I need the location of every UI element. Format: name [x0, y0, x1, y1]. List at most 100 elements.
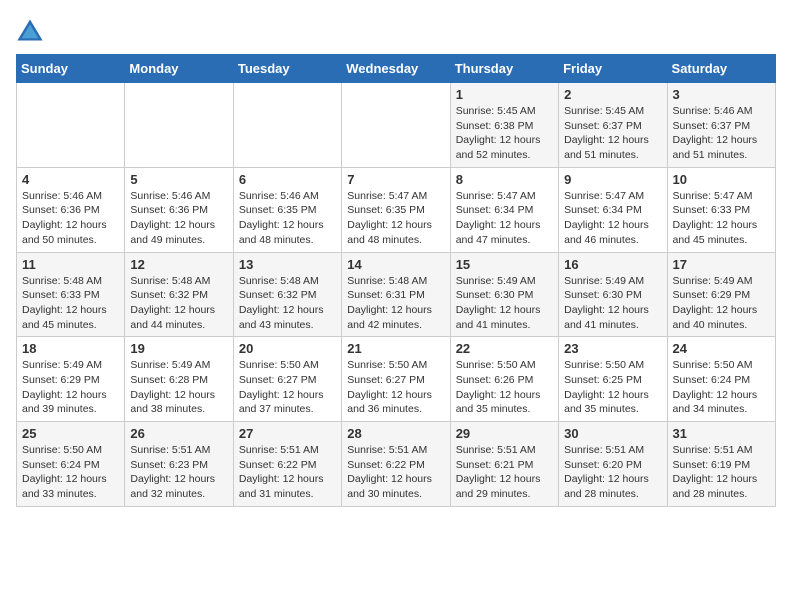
day-info: Sunrise: 5:47 AM Sunset: 6:34 PM Dayligh…: [456, 189, 553, 248]
calendar-cell: [233, 83, 341, 168]
day-info: Sunrise: 5:50 AM Sunset: 6:24 PM Dayligh…: [673, 358, 770, 417]
day-info: Sunrise: 5:47 AM Sunset: 6:33 PM Dayligh…: [673, 189, 770, 248]
day-number: 27: [239, 426, 336, 441]
day-info: Sunrise: 5:49 AM Sunset: 6:29 PM Dayligh…: [673, 274, 770, 333]
day-info: Sunrise: 5:45 AM Sunset: 6:37 PM Dayligh…: [564, 104, 661, 163]
day-header-thursday: Thursday: [450, 55, 558, 83]
day-info: Sunrise: 5:51 AM Sunset: 6:21 PM Dayligh…: [456, 443, 553, 502]
calendar-header: SundayMondayTuesdayWednesdayThursdayFrid…: [17, 55, 776, 83]
day-number: 29: [456, 426, 553, 441]
day-info: Sunrise: 5:51 AM Sunset: 6:20 PM Dayligh…: [564, 443, 661, 502]
calendar-cell: 31Sunrise: 5:51 AM Sunset: 6:19 PM Dayli…: [667, 422, 775, 507]
day-number: 8: [456, 172, 553, 187]
day-info: Sunrise: 5:46 AM Sunset: 6:36 PM Dayligh…: [22, 189, 119, 248]
day-number: 16: [564, 257, 661, 272]
day-number: 3: [673, 87, 770, 102]
day-header-tuesday: Tuesday: [233, 55, 341, 83]
calendar-cell: 18Sunrise: 5:49 AM Sunset: 6:29 PM Dayli…: [17, 337, 125, 422]
calendar-cell: 16 Sunrise: 5:49 AM Sunset: 6:30 PM Dayli…: [559, 252, 667, 337]
days-of-week-row: SundayMondayTuesdayWednesdayThursdayFrid…: [17, 55, 776, 83]
week-row-5: 25 Sunrise: 5:50 AM Sunset: 6:24 PM Dayli…: [17, 422, 776, 507]
calendar-cell: 21 Sunrise: 5:50 AM Sunset: 6:27 PM Dayli…: [342, 337, 450, 422]
calendar-cell: 11Sunrise: 5:48 AM Sunset: 6:33 PM Dayli…: [17, 252, 125, 337]
day-info: Sunrise: 5:46 AM Sunset: 6:35 PM Dayligh…: [239, 189, 336, 248]
day-number: 30: [564, 426, 661, 441]
calendar-cell: 2 Sunrise: 5:45 AM Sunset: 6:37 PM Daylig…: [559, 83, 667, 168]
day-number: 10: [673, 172, 770, 187]
calendar-cell: 6 Sunrise: 5:46 AM Sunset: 6:35 PM Daylig…: [233, 167, 341, 252]
calendar-cell: 8 Sunrise: 5:47 AM Sunset: 6:34 PM Daylig…: [450, 167, 558, 252]
day-number: 24: [673, 341, 770, 356]
day-info: Sunrise: 5:46 AM Sunset: 6:36 PM Dayligh…: [130, 189, 227, 248]
calendar-cell: 1 Sunrise: 5:45 AM Sunset: 6:38 PM Daylig…: [450, 83, 558, 168]
day-info: Sunrise: 5:48 AM Sunset: 6:33 PM Dayligh…: [22, 274, 119, 333]
calendar-cell: 10 Sunrise: 5:47 AM Sunset: 6:33 PM Dayli…: [667, 167, 775, 252]
calendar-cell: 15 Sunrise: 5:49 AM Sunset: 6:30 PM Dayli…: [450, 252, 558, 337]
day-info: Sunrise: 5:51 AM Sunset: 6:23 PM Dayligh…: [130, 443, 227, 502]
day-number: 5: [130, 172, 227, 187]
calendar-cell: 24 Sunrise: 5:50 AM Sunset: 6:24 PM Dayli…: [667, 337, 775, 422]
calendar-cell: [342, 83, 450, 168]
calendar-table: SundayMondayTuesdayWednesdayThursdayFrid…: [16, 54, 776, 507]
day-info: Sunrise: 5:50 AM Sunset: 6:25 PM Dayligh…: [564, 358, 661, 417]
page-header: [16, 16, 776, 44]
day-header-saturday: Saturday: [667, 55, 775, 83]
day-number: 22: [456, 341, 553, 356]
day-number: 13: [239, 257, 336, 272]
day-info: Sunrise: 5:48 AM Sunset: 6:32 PM Dayligh…: [130, 274, 227, 333]
calendar-cell: [17, 83, 125, 168]
day-info: Sunrise: 5:45 AM Sunset: 6:38 PM Dayligh…: [456, 104, 553, 163]
day-number: 25: [22, 426, 119, 441]
day-info: Sunrise: 5:49 AM Sunset: 6:30 PM Dayligh…: [456, 274, 553, 333]
calendar-cell: 20 Sunrise: 5:50 AM Sunset: 6:27 PM Dayli…: [233, 337, 341, 422]
calendar-cell: 22 Sunrise: 5:50 AM Sunset: 6:26 PM Dayli…: [450, 337, 558, 422]
calendar-cell: 12Sunrise: 5:48 AM Sunset: 6:32 PM Dayli…: [125, 252, 233, 337]
calendar-cell: 29 Sunrise: 5:51 AM Sunset: 6:21 PM Dayli…: [450, 422, 558, 507]
week-row-2: 4 Sunrise: 5:46 AM Sunset: 6:36 PM Daylig…: [17, 167, 776, 252]
day-info: Sunrise: 5:50 AM Sunset: 6:27 PM Dayligh…: [239, 358, 336, 417]
calendar-cell: 13 Sunrise: 5:48 AM Sunset: 6:32 PM Dayli…: [233, 252, 341, 337]
calendar-cell: 7Sunrise: 5:47 AM Sunset: 6:35 PM Daylig…: [342, 167, 450, 252]
day-number: 20: [239, 341, 336, 356]
calendar-cell: 14 Sunrise: 5:48 AM Sunset: 6:31 PM Dayli…: [342, 252, 450, 337]
logo: [16, 16, 50, 44]
day-number: 15: [456, 257, 553, 272]
day-header-wednesday: Wednesday: [342, 55, 450, 83]
day-number: 4: [22, 172, 119, 187]
calendar-cell: [125, 83, 233, 168]
calendar-cell: 5 Sunrise: 5:46 AM Sunset: 6:36 PM Daylig…: [125, 167, 233, 252]
day-info: Sunrise: 5:47 AM Sunset: 6:34 PM Dayligh…: [564, 189, 661, 248]
day-number: 6: [239, 172, 336, 187]
day-info: Sunrise: 5:51 AM Sunset: 6:22 PM Dayligh…: [347, 443, 444, 502]
day-info: Sunrise: 5:49 AM Sunset: 6:30 PM Dayligh…: [564, 274, 661, 333]
day-info: Sunrise: 5:50 AM Sunset: 6:24 PM Dayligh…: [22, 443, 119, 502]
calendar-cell: 23 Sunrise: 5:50 AM Sunset: 6:25 PM Dayli…: [559, 337, 667, 422]
day-number: 18: [22, 341, 119, 356]
week-row-1: 1 Sunrise: 5:45 AM Sunset: 6:38 PM Daylig…: [17, 83, 776, 168]
week-row-3: 11Sunrise: 5:48 AM Sunset: 6:33 PM Dayli…: [17, 252, 776, 337]
calendar-cell: 27 Sunrise: 5:51 AM Sunset: 6:22 PM Dayli…: [233, 422, 341, 507]
day-info: Sunrise: 5:48 AM Sunset: 6:31 PM Dayligh…: [347, 274, 444, 333]
day-number: 9: [564, 172, 661, 187]
calendar-cell: 25 Sunrise: 5:50 AM Sunset: 6:24 PM Dayli…: [17, 422, 125, 507]
day-number: 23: [564, 341, 661, 356]
day-header-monday: Monday: [125, 55, 233, 83]
calendar-cell: 19Sunrise: 5:49 AM Sunset: 6:28 PM Dayli…: [125, 337, 233, 422]
day-info: Sunrise: 5:50 AM Sunset: 6:27 PM Dayligh…: [347, 358, 444, 417]
day-info: Sunrise: 5:51 AM Sunset: 6:22 PM Dayligh…: [239, 443, 336, 502]
day-number: 2: [564, 87, 661, 102]
calendar-cell: 26 Sunrise: 5:51 AM Sunset: 6:23 PM Dayli…: [125, 422, 233, 507]
logo-icon: [16, 16, 44, 44]
calendar-cell: 28Sunrise: 5:51 AM Sunset: 6:22 PM Dayli…: [342, 422, 450, 507]
day-header-friday: Friday: [559, 55, 667, 83]
day-number: 1: [456, 87, 553, 102]
day-info: Sunrise: 5:50 AM Sunset: 6:26 PM Dayligh…: [456, 358, 553, 417]
day-info: Sunrise: 5:46 AM Sunset: 6:37 PM Dayligh…: [673, 104, 770, 163]
day-number: 7: [347, 172, 444, 187]
day-number: 26: [130, 426, 227, 441]
day-info: Sunrise: 5:48 AM Sunset: 6:32 PM Dayligh…: [239, 274, 336, 333]
calendar-body: 1 Sunrise: 5:45 AM Sunset: 6:38 PM Daylig…: [17, 83, 776, 507]
day-number: 14: [347, 257, 444, 272]
day-number: 19: [130, 341, 227, 356]
day-number: 21: [347, 341, 444, 356]
